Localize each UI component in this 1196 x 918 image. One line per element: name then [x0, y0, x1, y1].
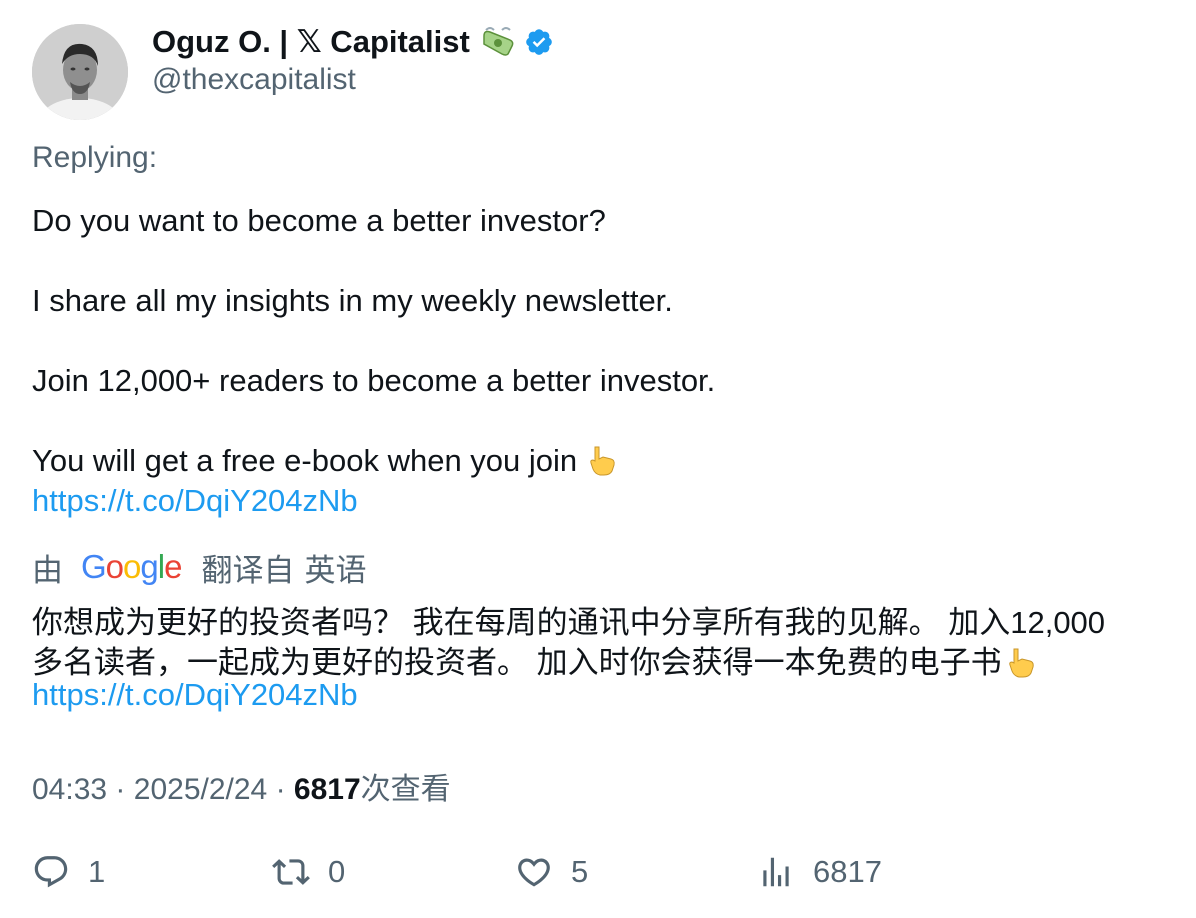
google-letter: G [81, 548, 107, 585]
analytics-icon [757, 853, 795, 891]
retweet-icon [272, 853, 310, 891]
translated-text-line: 你想成为更好的投资者吗？ 我在每周的通讯中分享所有我的见解。 加入12,000 [32, 605, 1106, 640]
views-button[interactable]: 6817 [757, 850, 882, 894]
pointing-down-icon [585, 443, 619, 477]
pointing-down-icon [1004, 645, 1038, 679]
translated-link[interactable]: https://t.co/DqiY204zNb [32, 677, 358, 713]
tweet-date[interactable]: 2025/2/24 [134, 773, 267, 806]
tweet-text-line: I share all my insights in my weekly new… [32, 283, 673, 318]
tweet-text-line-with-emoji: You will get a free e-book when you join [32, 443, 619, 479]
tweet-link[interactable]: https://t.co/DqiY204zNb [32, 483, 358, 519]
tweet-time[interactable]: 04:33 [32, 773, 107, 806]
google-letter: o [105, 548, 124, 585]
author-display-name[interactable]: Oguz O. | 𝕏 Capitalist [152, 24, 470, 60]
verified-badge-icon[interactable] [524, 27, 554, 57]
views-label: 次查看 [360, 773, 451, 806]
reply-button[interactable]: 1 [32, 850, 105, 894]
avatar[interactable] [32, 24, 128, 120]
meta-separator: · [115, 773, 126, 806]
heart-icon [515, 853, 553, 891]
like-button[interactable]: 5 [515, 850, 588, 894]
google-letter: o [123, 548, 141, 585]
like-count: 5 [571, 854, 589, 889]
tweet-text-line: You will get a free e-book when you join [32, 443, 578, 478]
author-name-row: Oguz O. | 𝕏 Capitalist [152, 22, 554, 62]
tweet-text-line: Join 12,000+ readers to become a better … [32, 363, 716, 398]
views-count: 6817 [293, 773, 361, 806]
reply-count: 1 [88, 854, 106, 889]
views-action-count: 6817 [813, 854, 882, 889]
reply-icon [32, 853, 70, 891]
retweet-button[interactable]: 0 [272, 850, 345, 894]
retweet-count: 0 [328, 854, 346, 889]
replying-label: Replying: [32, 141, 158, 174]
translation-attribution: 由 Google 翻译自 英语 [32, 547, 367, 588]
money-with-wings-icon [480, 26, 516, 58]
translated-from-label: 翻译自 [201, 552, 295, 588]
google-letter: g [140, 548, 158, 585]
avatar-photo [32, 24, 128, 120]
meta-separator: · [275, 773, 286, 806]
author-handle[interactable]: @thexcapitalist [152, 63, 356, 97]
tweet-text-line: Do you want to become a better investor? [32, 203, 606, 238]
translated-text-line-with-emoji: 多名读者，一起成为更好的投资者。 加入时你会获得一本免费的电子书 [32, 637, 1038, 682]
google-letter: e [164, 548, 182, 585]
translated-text-line: 多名读者，一起成为更好的投资者。 加入时你会获得一本免费的电子书 [32, 645, 1002, 680]
translated-by-label: 由 [32, 552, 63, 588]
google-logo[interactable]: Google [81, 548, 182, 586]
tweet-meta: 04:33 · 2025/2/24 · 6817次查看 [32, 764, 451, 808]
source-language: 英语 [304, 552, 367, 588]
